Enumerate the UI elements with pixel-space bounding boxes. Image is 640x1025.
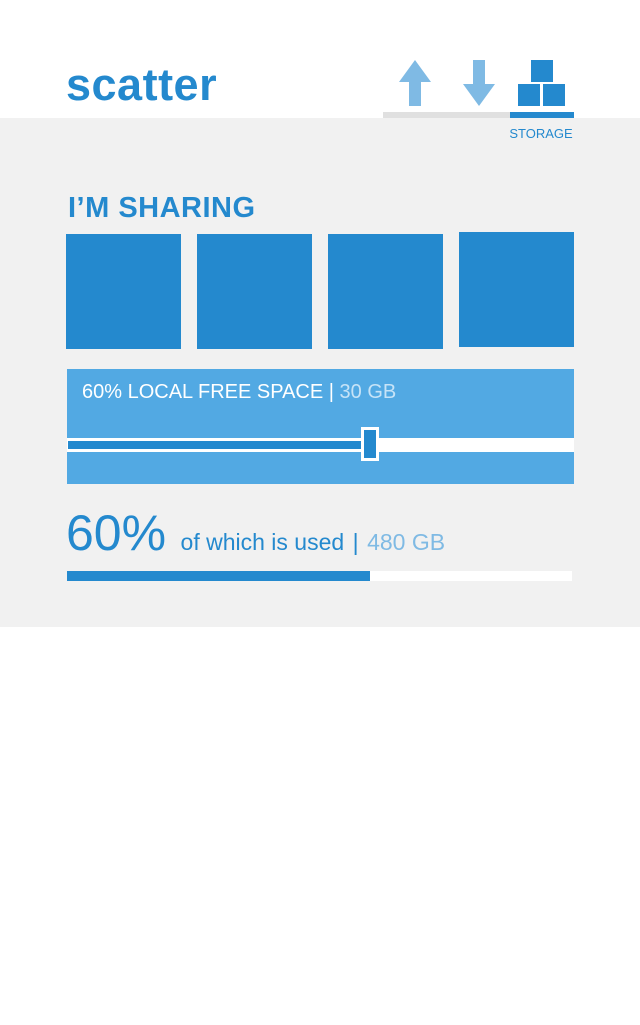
arrow-up-icon bbox=[399, 60, 431, 106]
usage-progress-fill bbox=[67, 571, 370, 581]
download-tab[interactable] bbox=[463, 60, 495, 106]
free-space-slider-thumb[interactable] bbox=[361, 427, 379, 461]
free-space-card: 60% LOCAL FREE SPACE | 30 GB bbox=[67, 369, 574, 484]
storage-tab[interactable] bbox=[518, 60, 566, 106]
free-space-caption: 60% LOCAL FREE SPACE | 30 GB bbox=[82, 381, 396, 404]
free-space-slider-track[interactable] bbox=[67, 438, 574, 452]
free-space-percent: 60% LOCAL FREE SPACE bbox=[82, 381, 324, 403]
shared-tile[interactable] bbox=[66, 234, 181, 349]
section-title: I’M SHARING bbox=[68, 192, 256, 224]
arrow-down-icon bbox=[463, 60, 495, 106]
shared-tile[interactable] bbox=[197, 234, 312, 349]
shared-tile[interactable] bbox=[328, 234, 443, 349]
app-logo: scatter bbox=[66, 59, 218, 110]
usage-percent: 60% bbox=[66, 505, 167, 561]
shared-tile[interactable] bbox=[459, 232, 574, 347]
usage-progress-bar bbox=[67, 571, 572, 581]
usage-text: of which is used bbox=[180, 529, 345, 555]
free-space-size: 30 GB bbox=[339, 381, 397, 403]
free-space-slider-fill bbox=[68, 441, 371, 449]
caption-separator: | bbox=[328, 381, 334, 403]
usage-size: 480 GB bbox=[367, 529, 446, 555]
tab-label-storage[interactable]: STORAGE bbox=[500, 126, 582, 141]
boxes-stack-icon bbox=[518, 60, 565, 106]
upload-tab[interactable] bbox=[399, 60, 431, 106]
usage-separator: | bbox=[352, 529, 359, 555]
usage-line: 60% of which is used | 480 GB bbox=[66, 508, 445, 558]
